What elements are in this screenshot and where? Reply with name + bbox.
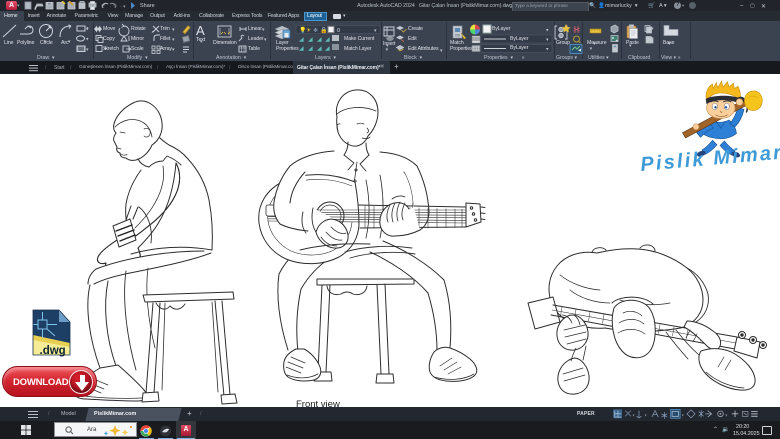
svg-text:◢: ◢: [325, 37, 330, 43]
svg-text:·: ·: [110, 4, 112, 10]
svg-text:◢: ◢: [299, 37, 304, 43]
svg-text:▾: ▾: [546, 28, 549, 34]
svg-text:▾: ▾: [172, 27, 175, 33]
svg-text:◢: ◢: [325, 46, 330, 52]
svg-text:◢: ◢: [308, 46, 313, 52]
svg-text:☀: ☀: [306, 27, 311, 34]
svg-text:▾: ▾: [651, 26, 654, 32]
svg-text:▾: ▾: [262, 27, 265, 33]
svg-text:A: A: [196, 23, 205, 38]
svg-text:.dwg: .dwg: [40, 345, 66, 357]
svg-text:▾: ▾: [633, 412, 635, 417]
svg-text:◢: ◢: [317, 46, 322, 52]
svg-text:▾: ▾: [264, 37, 267, 43]
svg-text:▾: ▾: [172, 37, 175, 43]
svg-text:▾: ▾: [651, 36, 654, 42]
svg-text:▾: ▾: [725, 412, 727, 417]
svg-text:▾: ▾: [682, 412, 684, 417]
svg-text:◢: ◢: [299, 46, 304, 52]
svg-text:▾: ▾: [86, 37, 89, 43]
svg-text:▾: ▾: [172, 47, 175, 53]
svg-text:0: 0: [337, 28, 340, 34]
svg-text:· ▾: · ▾: [120, 4, 126, 10]
svg-text:◢: ◢: [308, 37, 313, 43]
svg-text:🔒: 🔒: [320, 26, 327, 34]
svg-text:◢: ◢: [317, 37, 322, 43]
svg-text:Front view: Front view: [296, 399, 340, 407]
svg-text:▾: ▾: [645, 412, 647, 417]
svg-text:❄: ❄: [313, 27, 318, 34]
svg-text:▾: ▾: [440, 48, 443, 54]
svg-text:▾: ▾: [86, 27, 89, 33]
svg-text:▾: ▾: [86, 47, 89, 53]
